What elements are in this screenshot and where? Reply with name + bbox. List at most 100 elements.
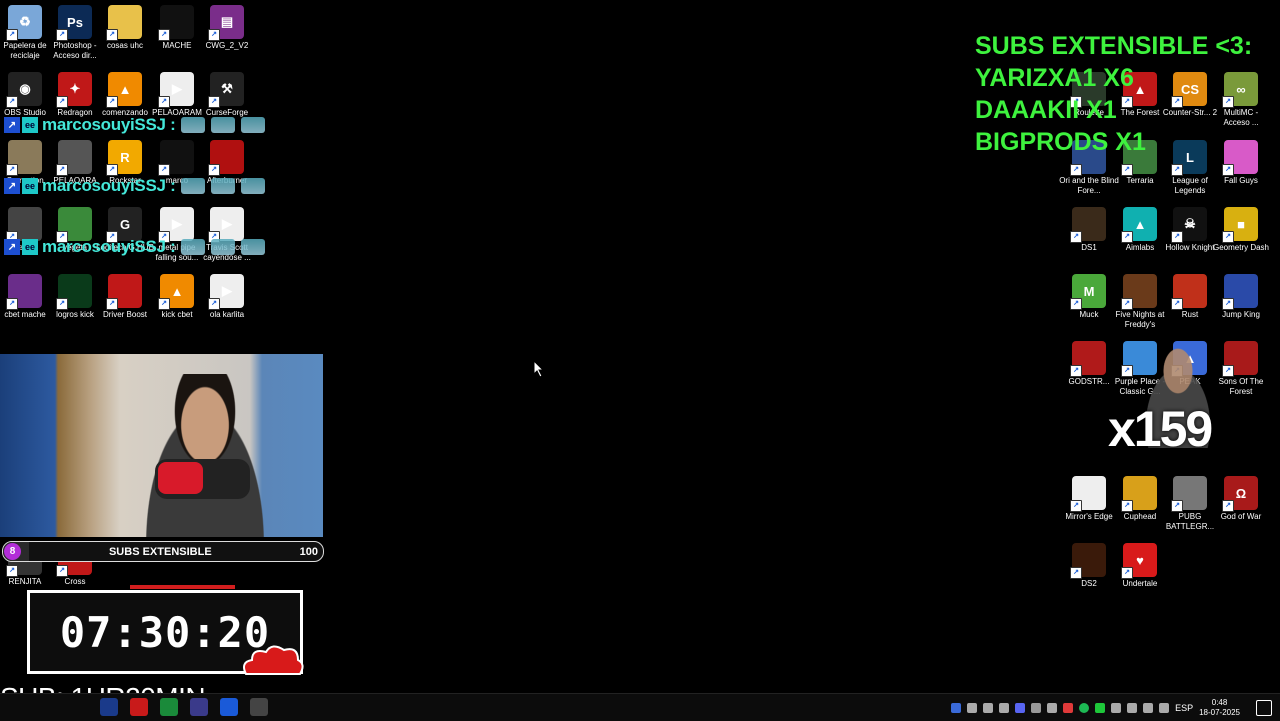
network-icon[interactable]	[1143, 702, 1154, 713]
audio-file-icon: ▶ ↗	[158, 207, 194, 243]
taskbar-app-icon[interactable]	[220, 698, 238, 716]
shortcut-arrow-icon: ↗	[6, 29, 18, 41]
desktop-shortcut[interactable]: ↗ Jump King	[1211, 274, 1271, 320]
emote-icon	[241, 239, 266, 255]
corruption-icon: ↗	[6, 140, 42, 176]
shortcut-arrow-icon: ↗	[158, 96, 170, 108]
geometry-dash-icon: ■ ↗	[1222, 207, 1258, 243]
shortcut-arrow-icon: ↗	[106, 164, 118, 176]
hollow-knight-icon: ☠ ↗	[1171, 207, 1207, 243]
shortcut-arrow-icon: ↗	[56, 565, 68, 577]
cbet-icon: ↗	[6, 274, 42, 310]
desktop-shortcut[interactable]: ♥ ↗ Undertale	[1110, 543, 1170, 589]
taskbar-clock[interactable]: 0:48 18-07-2025	[1199, 698, 1240, 718]
emote-icon	[211, 117, 236, 133]
system-tray: ESP 0:48 18-07-2025	[951, 694, 1240, 721]
shortcut-arrow-icon: ↗	[158, 298, 170, 310]
desktop-shortcut-label: CWG_2_V2	[205, 41, 249, 50]
shortcut-arrow-icon: ↗	[1070, 365, 1082, 377]
desktop-shortcut[interactable]: ▤ ↗ CWG_2_V2	[197, 5, 257, 51]
timer-accent	[130, 585, 235, 589]
volume-icon[interactable]	[1159, 702, 1170, 713]
microphone-icon[interactable]	[1127, 702, 1138, 713]
tray-icon[interactable]	[967, 702, 978, 713]
taskbar-app-icon[interactable]	[100, 698, 118, 716]
shortcut-arrow-icon: ↗	[208, 96, 220, 108]
shortcut-arrow-icon: ↗	[1222, 164, 1234, 176]
emote-icon	[181, 239, 206, 255]
ds1-icon: ↗	[1070, 207, 1106, 243]
shortcut-arrow-icon: ↗	[1171, 231, 1183, 243]
shortcut-arrow-icon: ↗	[1222, 231, 1234, 243]
desktop-shortcut-label: Cross	[64, 577, 86, 586]
obs-icon: ◉ ↗	[6, 72, 42, 108]
obs-taskbar-icon[interactable]	[250, 698, 268, 716]
mirrors-edge-icon: ↗	[1070, 476, 1106, 512]
spotify-icon[interactable]	[1079, 702, 1090, 713]
video-file-icon: ▶ ↗	[208, 274, 244, 310]
logros-icon: ↗	[56, 274, 92, 310]
language-indicator[interactable]: ESP	[1175, 703, 1193, 713]
desktop-shortcut[interactable]: ■ ↗ Geometry Dash	[1211, 207, 1271, 253]
chat-username: marcosouyiSSJ :	[42, 115, 176, 134]
shortcut-arrow-icon: ↗	[56, 29, 68, 41]
shortcut-arrow-icon: ↗	[1222, 500, 1234, 512]
ds2-icon: ↗	[1070, 543, 1106, 579]
steam-icon[interactable]	[1031, 702, 1042, 713]
desktop-shortcut[interactable]: Ω ↗ God of War	[1211, 476, 1271, 522]
undertale-icon: ♥ ↗	[1121, 543, 1157, 579]
webcam-overlay	[0, 354, 323, 537]
emote-badge-icon: ee	[22, 178, 38, 194]
shortcut-arrow-icon: ↗	[208, 164, 220, 176]
emote-icon	[181, 178, 206, 194]
tray-icon[interactable]	[999, 702, 1010, 713]
tray-icon[interactable]	[1111, 702, 1122, 713]
chat-message: ↗ ee marcosouyiSSJ :	[4, 115, 266, 135]
badge-icon: ↗	[4, 117, 20, 133]
discord-icon[interactable]	[1015, 702, 1026, 713]
desktop-shortcut-label: Driver Boost	[102, 310, 147, 319]
pelaoara-icon: ↗	[56, 140, 92, 176]
chat-username: marcosouyiSSJ :	[42, 176, 176, 195]
chat-username: marcosouyiSSJ :	[42, 237, 176, 256]
desktop-shortcut[interactable]: ⚒ ↗ CurseForge	[197, 72, 257, 118]
shortcut-arrow-icon: ↗	[6, 96, 18, 108]
taskbar-app-icon[interactable]	[190, 698, 208, 716]
shortcut-arrow-icon: ↗	[208, 298, 220, 310]
shortcut-arrow-icon: ↗	[6, 298, 18, 310]
sons-forest-icon: ↗	[1222, 341, 1258, 377]
tray-icon[interactable]	[1095, 702, 1106, 713]
emote-icon	[211, 178, 236, 194]
desktop-shortcut-label: Undertale	[1122, 579, 1158, 588]
tray-icon[interactable]	[1063, 702, 1074, 713]
desktop-shortcut[interactable]: ↗ cosas uhc	[95, 5, 155, 51]
shortcut-arrow-icon: ↗	[1121, 298, 1133, 310]
tray-icon[interactable]	[983, 702, 994, 713]
tray-icon[interactable]	[951, 702, 962, 713]
shortcut-arrow-icon: ↗	[1171, 298, 1183, 310]
notification-icon[interactable]	[1256, 700, 1272, 716]
rust-icon: ↗	[1171, 274, 1207, 310]
vegeta-icon: ↗	[56, 207, 92, 243]
tray-icon[interactable]	[1047, 702, 1058, 713]
shortcut-arrow-icon: ↗	[106, 298, 118, 310]
logitech-icon: G ↗	[106, 207, 142, 243]
taskbar-app-icon[interactable]	[160, 698, 178, 716]
desktop-shortcut[interactable]: ▶ ↗ ola karlita	[197, 274, 257, 320]
desktop-shortcut-label: Fall Guys	[1224, 176, 1258, 185]
vlc-icon: ▲ ↗	[158, 274, 194, 310]
desktop-shortcut-label: Jump King	[1222, 310, 1260, 319]
shortcut-arrow-icon: ↗	[1222, 298, 1234, 310]
badge-icon: ↗	[4, 178, 20, 194]
pubg-icon: ↗	[1171, 476, 1207, 512]
shortcut-arrow-icon: ↗	[1070, 298, 1082, 310]
cuphead-icon: ↗	[1121, 476, 1157, 512]
taskbar-app-icon[interactable]	[130, 698, 148, 716]
desktop-shortcut-label: cosas uhc	[106, 41, 144, 50]
multiplier-counter: x159	[1108, 401, 1213, 457]
shortcut-arrow-icon: ↗	[6, 565, 18, 577]
shortcut-arrow-icon: ↗	[56, 298, 68, 310]
desktop-shortcut[interactable]: ▲ ↗ comenzando	[95, 72, 155, 118]
desktop-shortcut[interactable]: ↗ Driver Boost	[95, 274, 155, 320]
redragon-icon: ✦ ↗	[56, 72, 92, 108]
